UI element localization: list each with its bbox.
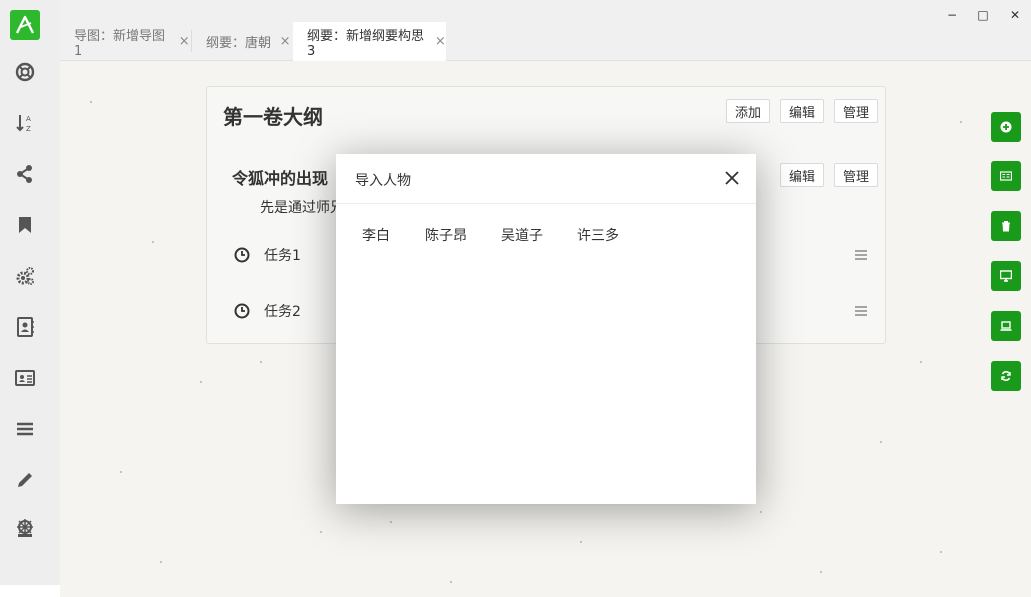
helm-icon[interactable] xyxy=(15,518,35,538)
left-sidebar: AZ xyxy=(0,0,60,597)
lifebuoy-icon[interactable] xyxy=(15,62,35,82)
chapter-edit-button[interactable]: 编辑 xyxy=(780,163,825,187)
app-logo[interactable] xyxy=(10,10,40,40)
tab-outline-active[interactable]: 纲要：新增纲要构思3 × xyxy=(293,22,446,61)
task-item[interactable]: 任务1 xyxy=(234,245,301,265)
outline-title: 第一卷大纲 xyxy=(223,105,323,129)
drag-handle-icon[interactable] xyxy=(854,249,868,261)
import-people-dialog: 导入人物 李白 陈子昂 吴道子 许三多 xyxy=(336,154,756,504)
pencil-icon[interactable] xyxy=(15,470,35,490)
tab-label: 纲要：唐朝 xyxy=(206,36,272,51)
sort-alpha-icon[interactable]: AZ xyxy=(15,113,35,133)
drag-handle-icon[interactable] xyxy=(854,305,868,317)
close-icon[interactable]: × xyxy=(435,34,446,49)
id-card-icon[interactable] xyxy=(15,368,35,388)
edit-button[interactable]: 编辑 xyxy=(780,99,825,123)
person-item[interactable]: 李白 xyxy=(362,225,390,245)
add-circle-button[interactable] xyxy=(991,112,1021,142)
bookmark-icon[interactable] xyxy=(15,215,35,235)
dialog-title: 导入人物 xyxy=(355,173,411,189)
tab-label: 导图：新增导图1 xyxy=(74,28,166,59)
chapter-description: 先是通过师兄 xyxy=(260,200,344,216)
window-close-button[interactable]: ✕ xyxy=(1008,8,1022,22)
laptop-button[interactable] xyxy=(991,311,1021,341)
task-item[interactable]: 任务2 xyxy=(234,301,301,321)
person-item[interactable]: 吴道子 xyxy=(501,225,543,245)
laptop-icon xyxy=(1000,321,1012,331)
gears-icon[interactable] xyxy=(15,266,35,286)
tab-mindmap[interactable]: 导图：新增导图1 × xyxy=(60,22,190,61)
monitor-icon xyxy=(1000,270,1012,282)
refresh-icon xyxy=(1001,371,1011,381)
address-book-icon[interactable] xyxy=(15,317,35,337)
person-item[interactable]: 陈子昂 xyxy=(425,225,467,245)
close-icon[interactable] xyxy=(724,170,740,186)
logo-icon xyxy=(15,15,35,34)
list-icon[interactable] xyxy=(15,419,35,439)
card-icon xyxy=(1000,171,1012,181)
chapter-manage-button[interactable]: 管理 xyxy=(834,163,879,187)
svg-text:A: A xyxy=(26,115,31,123)
clock-icon xyxy=(234,247,250,263)
sidebar-footer xyxy=(0,585,60,597)
manage-button[interactable]: 管理 xyxy=(834,99,879,123)
add-button[interactable]: 添加 xyxy=(726,99,771,123)
share-icon[interactable] xyxy=(15,164,35,184)
dialog-header: 导入人物 xyxy=(336,154,756,204)
maximize-button[interactable]: □ xyxy=(976,8,990,22)
person-item[interactable]: 许三多 xyxy=(577,225,619,245)
chapter-title: 令狐冲的出现 xyxy=(232,169,329,188)
close-icon[interactable]: × xyxy=(178,34,190,49)
close-icon[interactable]: × xyxy=(279,34,291,49)
card-button[interactable] xyxy=(991,161,1021,191)
minimize-button[interactable]: − xyxy=(945,8,959,22)
clock-icon xyxy=(234,303,250,319)
svg-text:Z: Z xyxy=(26,125,31,133)
monitor-button[interactable] xyxy=(991,261,1021,291)
task-label: 任务1 xyxy=(264,248,301,264)
delete-button[interactable] xyxy=(991,211,1021,241)
tab-label: 纲要：新增纲要构思3 xyxy=(307,28,425,59)
trash-icon xyxy=(1002,221,1010,232)
tab-outline-tang[interactable]: 纲要：唐朝 × xyxy=(192,22,292,61)
tab-bar: 导图：新增导图1 × 纲要：唐朝 × 纲要：新增纲要构思3 × − □ ✕ xyxy=(60,0,1031,61)
refresh-button[interactable] xyxy=(991,361,1021,391)
task-label: 任务2 xyxy=(264,304,301,320)
plus-circle-icon xyxy=(1000,121,1012,133)
